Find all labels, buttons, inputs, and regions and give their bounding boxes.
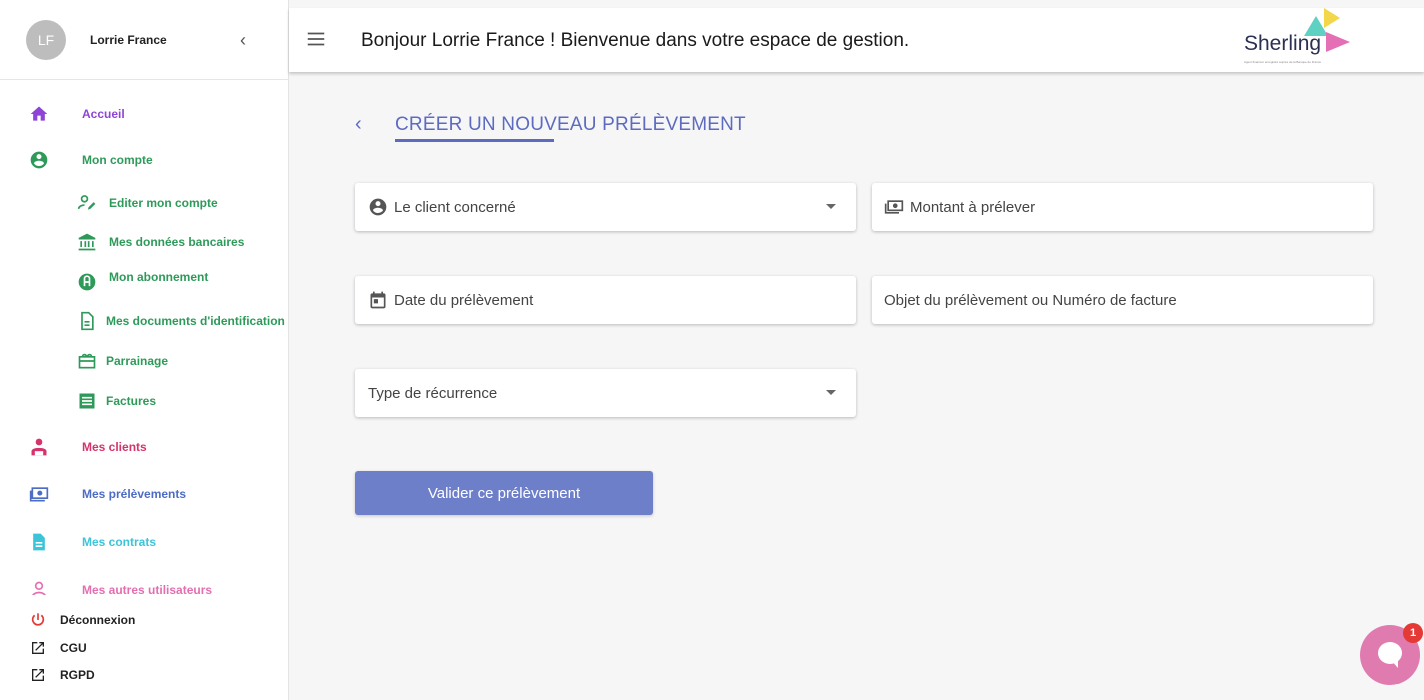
cgu-link[interactable]: CGU [30, 640, 87, 656]
dropdown-arrow-icon [826, 204, 836, 209]
user-name: Lorrie France [90, 32, 167, 47]
external-link-icon [30, 640, 46, 656]
sidebar-header: LF Lorrie France ‹ [0, 0, 288, 80]
chat-unread-badge: 1 [1403, 623, 1423, 643]
money-icon [29, 484, 49, 504]
page-header: ‹ CRÉER UN NOUVEAU PRÉLÈVEMENT [355, 113, 746, 136]
avatar[interactable]: LF [26, 19, 66, 60]
collapse-sidebar-icon[interactable]: ‹ [240, 30, 246, 51]
sidebar-item-label: Mes clients [82, 440, 147, 454]
logo-tagline: Agent financier enregistré auprès de la … [1244, 60, 1322, 64]
account-circle-icon [368, 197, 388, 217]
back-chevron-icon[interactable]: ‹ [355, 113, 379, 136]
sidebar-item-label: Mes autres utilisateurs [82, 583, 213, 595]
recurrence-select[interactable]: Type de récurrence [355, 369, 856, 417]
logout-label: Déconnexion [60, 613, 136, 627]
clients-icon [29, 437, 49, 457]
date-input[interactable]: Date du prélèvement [355, 276, 856, 324]
rgpd-label: RGPD [60, 668, 95, 682]
external-link-icon [30, 667, 46, 683]
money-icon [884, 197, 904, 217]
sidebar-item-label: Parrainage [106, 354, 169, 368]
sidebar-item-label: Mes documents d'identification [106, 314, 285, 328]
sidebar-item-label: Accueil [82, 107, 125, 121]
client-select[interactable]: Le client concerné [355, 183, 856, 231]
welcome-message: Bonjour Lorrie France ! Bienvenue dans v… [361, 30, 910, 51]
power-icon [30, 612, 46, 628]
top-bar: Bonjour Lorrie France ! Bienvenue dans v… [289, 8, 1424, 72]
sidebar-item-parrainage[interactable]: Parrainage [0, 351, 289, 371]
sidebar: LF Lorrie France ‹ Accueil Mon compte Ed… [0, 0, 289, 700]
sidebar-item-label: Mes données bancaires [109, 235, 245, 249]
amount-input-placeholder: Montant à prélever [910, 198, 1036, 216]
document-icon [77, 311, 97, 331]
page-title: CRÉER UN NOUVEAU PRÉLÈVEMENT [395, 113, 746, 135]
sidebar-item-documents[interactable]: Mes documents d'identification [0, 311, 289, 331]
sidebar-item-label: Factures [106, 394, 157, 408]
sherling-logo[interactable]: Sherling Agent financier enregistré aupr… [1244, 8, 1354, 72]
object-input-placeholder: Objet du prélèvement ou Numéro de factur… [884, 291, 1177, 309]
sidebar-item-label: Editer mon compte [109, 196, 218, 210]
invoice-icon [77, 391, 97, 411]
gift-icon [77, 351, 97, 371]
users-icon [29, 580, 49, 595]
bank-icon [77, 232, 97, 252]
sidebar-item-mes-prelevements[interactable]: Mes prélèvements [0, 484, 289, 504]
sidebar-item-mes-contrats[interactable]: Mes contrats [0, 532, 289, 552]
dropdown-arrow-icon [826, 390, 836, 395]
sidebar-item-abonnement[interactable]: Mon abonnement [0, 270, 289, 292]
calendar-icon [368, 290, 388, 310]
date-input-placeholder: Date du prélèvement [394, 291, 534, 309]
sidebar-item-editer-compte[interactable]: Editer mon compte [0, 193, 289, 213]
logout-link[interactable]: Déconnexion [30, 612, 135, 628]
sidebar-item-donnees-bancaires[interactable]: Mes données bancaires [0, 232, 289, 252]
client-select-placeholder: Le client concerné [394, 198, 516, 216]
account-circle-icon [29, 150, 49, 170]
sidebar-item-label: Mes prélèvements [82, 487, 187, 501]
sidebar-item-accueil[interactable]: Accueil [0, 104, 289, 124]
sidebar-item-mes-clients[interactable]: Mes clients [0, 437, 289, 457]
rgpd-link[interactable]: RGPD [30, 667, 95, 683]
home-icon [29, 104, 49, 124]
recurrence-select-placeholder: Type de récurrence [368, 384, 498, 402]
sidebar-item-mon-compte[interactable]: Mon compte [0, 150, 289, 170]
logo-text: Sherling [1244, 32, 1322, 55]
sidebar-item-label: Mon compte [82, 153, 153, 167]
title-underline [395, 139, 554, 142]
edit-account-icon [77, 193, 97, 213]
sidebar-item-label: Mes contrats [82, 535, 157, 549]
cgu-label: CGU [60, 641, 87, 655]
menu-icon[interactable] [305, 28, 327, 50]
contract-icon [29, 532, 49, 552]
sidebar-item-factures[interactable]: Factures [0, 391, 289, 411]
amount-input[interactable]: Montant à prélever [872, 183, 1373, 231]
sidebar-item-label: Mon abonnement [109, 270, 209, 284]
sidebar-nav: Accueil Mon compte Editer mon compte Mes… [0, 80, 289, 595]
chat-bubble-tail [1390, 659, 1398, 668]
object-input[interactable]: Objet du prélèvement ou Numéro de factur… [872, 276, 1373, 324]
submit-button[interactable]: Valider ce prélèvement [355, 471, 653, 515]
subscription-icon [77, 272, 97, 292]
sidebar-item-autres-utilisateurs[interactable]: Mes autres utilisateurs [0, 580, 289, 595]
